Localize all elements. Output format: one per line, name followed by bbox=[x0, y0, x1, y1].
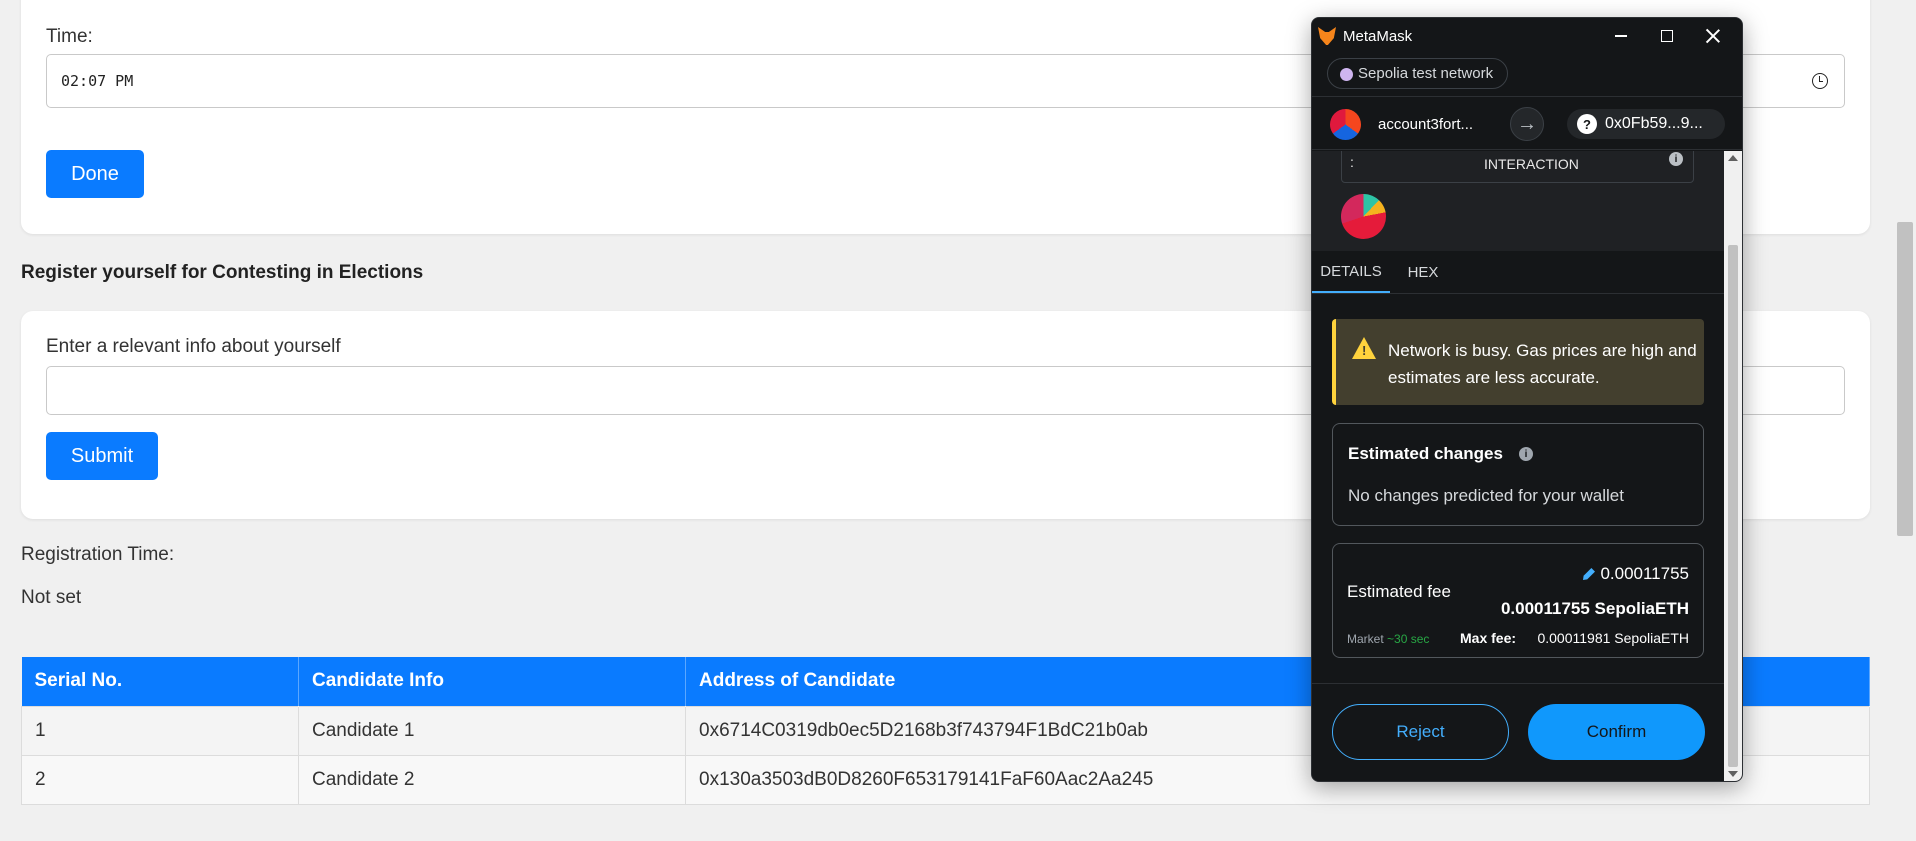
cell-serial: 1 bbox=[21, 705, 299, 756]
account-avatar bbox=[1330, 109, 1361, 140]
confirm-button[interactable]: Confirm bbox=[1528, 704, 1705, 760]
estimated-fee-box: Estimated fee 0.00011755 0.00011755 Sepo… bbox=[1332, 543, 1704, 658]
network-name: Sepolia test network bbox=[1358, 65, 1494, 82]
edit-gas-icon[interactable] bbox=[1583, 568, 1595, 580]
estimated-fee-label: Estimated fee bbox=[1347, 582, 1451, 601]
header-candidate-info: Candidate Info bbox=[298, 657, 686, 706]
question-icon: ? bbox=[1577, 114, 1597, 134]
network-selector[interactable]: Sepolia test network bbox=[1327, 58, 1509, 89]
submit-button[interactable]: Submit bbox=[46, 432, 158, 480]
estimated-changes-body: No changes predicted for your wallet bbox=[1348, 486, 1624, 505]
details-panel: DETAILS HEX ! Network is busy. Gas price… bbox=[1312, 251, 1724, 781]
fee-value-eth: 0.00011755 SepoliaETH bbox=[1500, 599, 1689, 618]
tab-divider bbox=[1312, 293, 1724, 294]
metamask-titlebar: MetaMask bbox=[1312, 18, 1742, 54]
recipient-address: 0x0Fb59...9... bbox=[1605, 115, 1703, 132]
metamask-fox-icon bbox=[1318, 27, 1336, 45]
registration-time-value: Not set bbox=[21, 587, 82, 608]
registration-time-label: Registration Time: bbox=[21, 544, 175, 565]
fee-value: 0.00011755 bbox=[1600, 564, 1689, 583]
maximize-icon bbox=[1661, 30, 1673, 42]
metamask-scroll-area: : INTERACTION i DETAILS HEX ! Network is… bbox=[1312, 151, 1724, 781]
cell-candidate-info: Candidate 2 bbox=[298, 754, 686, 805]
max-fee-label: Max fee: bbox=[1460, 630, 1517, 646]
header-serial: Serial No. bbox=[21, 657, 299, 706]
page-scroll-thumb[interactable] bbox=[1897, 222, 1913, 536]
close-button[interactable] bbox=[1690, 18, 1736, 54]
origin-left-text: : bbox=[1350, 154, 1354, 170]
minimize-button[interactable] bbox=[1598, 18, 1644, 54]
time-value: 02:07 PM bbox=[61, 72, 134, 90]
network-dot-icon bbox=[1340, 68, 1353, 81]
estimated-changes-title: Estimated changes bbox=[1348, 444, 1503, 463]
contract-avatar bbox=[1341, 194, 1386, 239]
market-time: ~30 sec bbox=[1387, 632, 1430, 646]
account-row: account3fort... → ? 0x0Fb59...9... bbox=[1312, 96, 1742, 150]
window-title: MetaMask bbox=[1343, 28, 1413, 45]
scroll-down-icon[interactable] bbox=[1728, 771, 1738, 777]
max-fee-value: 0.00011981 SepoliaETH bbox=[1537, 630, 1689, 646]
market-text: Market bbox=[1347, 632, 1384, 646]
interaction-label: INTERACTION bbox=[1484, 156, 1579, 172]
cell-candidate-info: Candidate 1 bbox=[298, 705, 686, 756]
cell-serial: 2 bbox=[21, 754, 299, 805]
warning-icon: ! bbox=[1352, 337, 1376, 359]
estimated-changes-box: Estimated changes i No changes predicted… bbox=[1332, 423, 1704, 526]
origin-section: : INTERACTION i bbox=[1312, 151, 1724, 251]
metamask-scrollbar[interactable] bbox=[1724, 151, 1742, 781]
arrow-right-icon: → bbox=[1510, 107, 1544, 141]
account-name[interactable]: account3fort... bbox=[1378, 116, 1473, 133]
warning-text: Network is busy. Gas prices are high and… bbox=[1388, 341, 1697, 387]
info-label: Enter a relevant info about yourself bbox=[46, 336, 341, 357]
tab-hex[interactable]: HEX bbox=[1390, 251, 1456, 293]
network-busy-warning: ! Network is busy. Gas prices are high a… bbox=[1332, 319, 1704, 405]
metamask-window: MetaMask Sepolia test network account3fo… bbox=[1311, 17, 1743, 782]
register-heading: Register yourself for Contesting in Elec… bbox=[21, 262, 424, 283]
maximize-button[interactable] bbox=[1644, 18, 1690, 54]
metamask-scroll-thumb[interactable] bbox=[1728, 245, 1738, 767]
minimize-icon bbox=[1615, 35, 1627, 37]
info-icon[interactable]: i bbox=[1669, 152, 1683, 166]
footer-divider bbox=[1312, 683, 1724, 684]
close-icon bbox=[1706, 29, 1720, 43]
origin-box: : INTERACTION i bbox=[1341, 151, 1694, 183]
page-scrollbar[interactable] bbox=[1894, 0, 1916, 841]
reject-button[interactable]: Reject bbox=[1332, 704, 1509, 760]
tab-details[interactable]: DETAILS bbox=[1312, 251, 1390, 293]
time-label: Time: bbox=[46, 26, 93, 47]
market-label: Market ~30 sec bbox=[1347, 632, 1429, 646]
clock-icon[interactable] bbox=[1812, 73, 1828, 89]
info-icon[interactable]: i bbox=[1519, 447, 1533, 461]
recipient-pill[interactable]: ? 0x0Fb59...9... bbox=[1567, 109, 1725, 139]
scroll-up-icon[interactable] bbox=[1728, 155, 1738, 161]
done-button[interactable]: Done bbox=[46, 150, 144, 198]
